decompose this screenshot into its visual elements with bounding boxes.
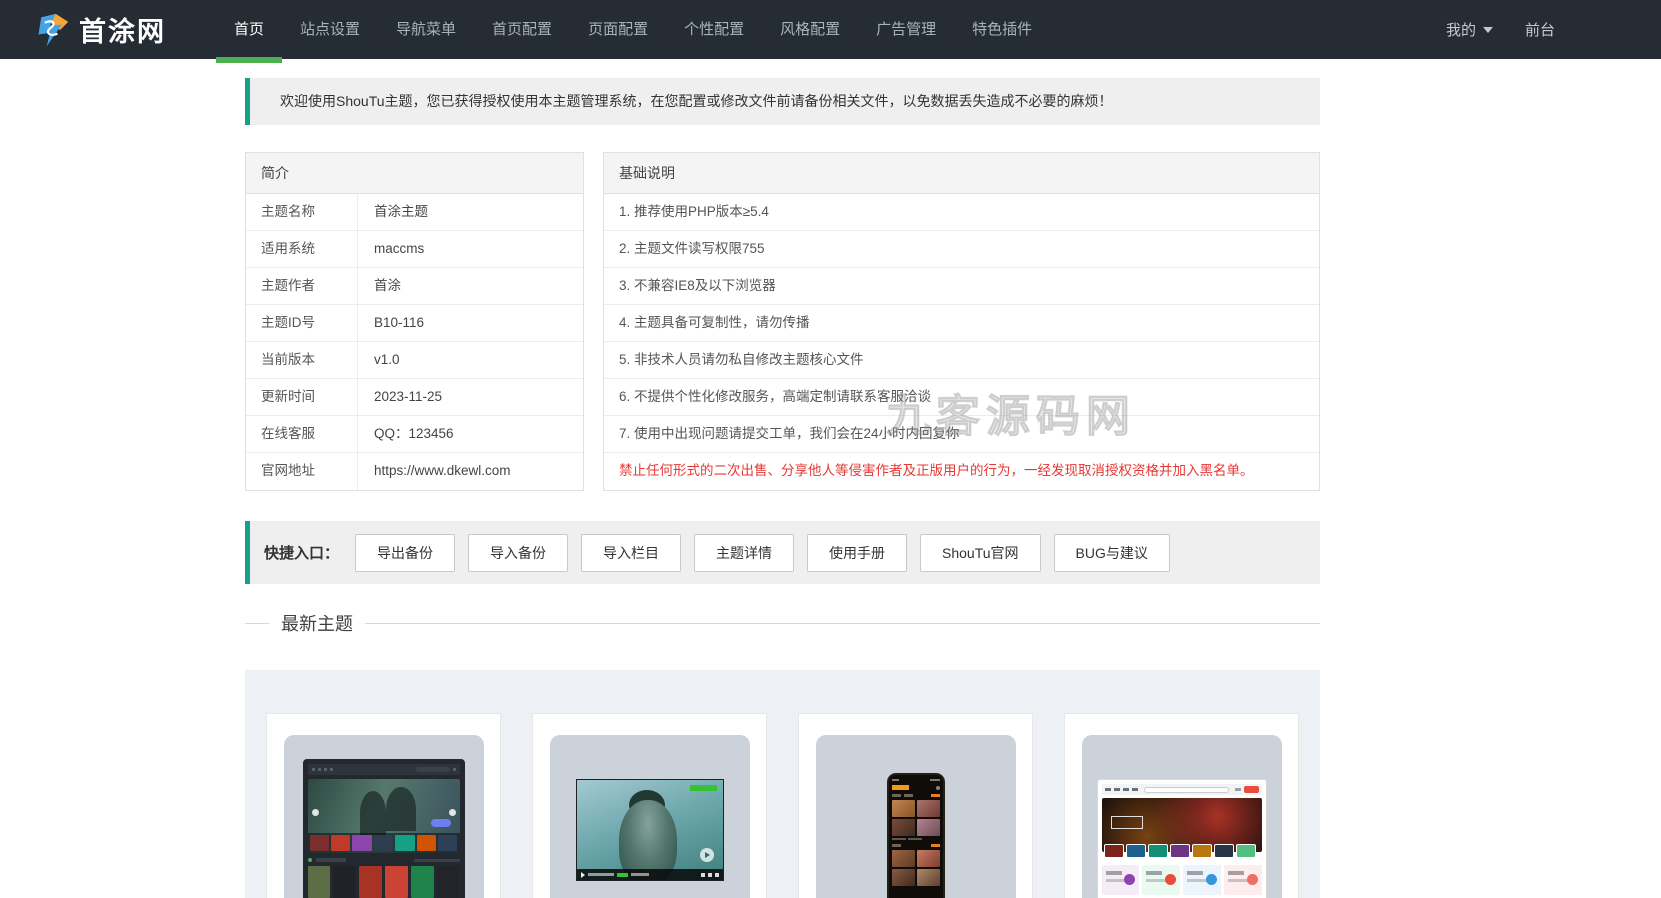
note-item: 4. 主题具备可复制性，请勿传播: [604, 305, 1319, 342]
theme-card-video-player[interactable]: [532, 713, 767, 898]
site-logo[interactable]: 首涂网: [34, 10, 166, 49]
bug-suggest-button[interactable]: BUG与建议: [1054, 534, 1170, 572]
player-controls: [577, 869, 723, 880]
main-nav: 首页 站点设置 导航菜单 首页配置 页面配置 个性配置 风格配置 广告管理 特色…: [216, 0, 1050, 59]
top-navbar: 首涂网 首页 站点设置 导航菜单 首页配置 页面配置 个性配置 风格配置 广告管…: [0, 0, 1661, 59]
nav-item-style-config[interactable]: 风格配置: [762, 0, 858, 59]
logo-icon: [34, 12, 70, 48]
welcome-notice: 欢迎使用ShouTu主题，您已获得授权使用本主题管理系统，在您配置或修改文件前请…: [245, 78, 1320, 125]
player-watermark-mark: [690, 785, 717, 791]
theme-preview-image: [887, 773, 945, 898]
divider-line: [245, 623, 269, 624]
play-icon: [581, 872, 585, 878]
license-warning: 禁止任何形式的二次出售、分享他人等侵害作者及正版用户的行为，一经发现取消授权资格…: [604, 453, 1319, 490]
theme-preview-image: [576, 779, 724, 881]
theme-card-mobile-app[interactable]: [798, 713, 1033, 898]
note-item: 5. 非技术人员请勿私自修改主题核心文件: [604, 342, 1319, 379]
note-item: 3. 不兼容IE8及以下浏览器: [604, 268, 1319, 305]
intro-panel-title: 简介: [246, 153, 583, 194]
nav-item-personal-config[interactable]: 个性配置: [666, 0, 762, 59]
nav-item-page-config[interactable]: 页面配置: [570, 0, 666, 59]
import-columns-button[interactable]: 导入栏目: [581, 534, 681, 572]
table-row: 更新时间 2023-11-25: [246, 379, 583, 416]
nav-item-home[interactable]: 首页: [216, 0, 282, 59]
theme-card-dark-movie-site[interactable]: [266, 713, 501, 898]
note-item: 2. 主题文件读写权限755: [604, 231, 1319, 268]
intro-panel: 简介 主题名称 首涂主题 适用系统 maccms 主题作者 首涂 主题ID号 B…: [245, 152, 584, 491]
theme-preview-frame: [816, 735, 1016, 898]
theme-preview-frame: [284, 735, 484, 898]
notes-panel-title: 基础说明: [604, 153, 1319, 194]
theme-preview-image: [1097, 779, 1267, 898]
table-row: 适用系统 maccms: [246, 231, 583, 268]
quick-entry-label: 快捷入口：: [264, 542, 339, 563]
caret-down-icon: [1483, 27, 1493, 33]
official-site-button[interactable]: ShouTu官网: [920, 534, 1041, 572]
table-row: 主题名称 首涂主题: [246, 194, 583, 231]
welcome-notice-text: 欢迎使用ShouTu主题，您已获得授权使用本主题管理系统，在您配置或修改文件前请…: [280, 93, 1113, 109]
latest-themes-band: [245, 670, 1320, 898]
play-icon: [700, 848, 714, 862]
table-row: 主题ID号 B10-116: [246, 305, 583, 342]
note-item: 1. 推荐使用PHP版本≥5.4: [604, 194, 1319, 231]
latest-themes-heading: 最新主题: [245, 610, 1320, 636]
manual-button[interactable]: 使用手册: [807, 534, 907, 572]
theme-detail-button[interactable]: 主题详情: [694, 534, 794, 572]
note-item: 6. 不提供个性化修改服务，高端定制请联系客服洽谈: [604, 379, 1319, 416]
notes-panel: 基础说明 1. 推荐使用PHP版本≥5.4 2. 主题文件读写权限755 3. …: [603, 152, 1320, 491]
nav-item-plugins[interactable]: 特色插件: [954, 0, 1050, 59]
import-backup-button[interactable]: 导入备份: [468, 534, 568, 572]
table-row: 主题作者 首涂: [246, 268, 583, 305]
divider-line: [365, 623, 1320, 624]
my-dropdown[interactable]: 我的: [1446, 19, 1493, 40]
theme-card-light-game-site[interactable]: [1064, 713, 1299, 898]
nav-item-ad-manage[interactable]: 广告管理: [858, 0, 954, 59]
note-item: 7. 使用中出现问题请提交工单，我们会在24小时内回复你: [604, 416, 1319, 453]
table-row: 当前版本 v1.0: [246, 342, 583, 379]
export-backup-button[interactable]: 导出备份: [355, 534, 455, 572]
nav-item-home-config[interactable]: 首页配置: [474, 0, 570, 59]
front-site-link[interactable]: 前台: [1525, 19, 1555, 40]
nav-item-nav-menu[interactable]: 导航菜单: [378, 0, 474, 59]
theme-preview-image: [303, 759, 465, 898]
table-row-website: 官网地址 https://www.dkewl.com: [246, 453, 583, 490]
quick-entry-bar: 快捷入口： 导出备份 导入备份 导入栏目 主题详情 使用手册 ShouTu官网 …: [245, 521, 1320, 584]
website-url: https://www.dkewl.com: [358, 453, 511, 490]
table-row: 在线客服 QQ：123456: [246, 416, 583, 453]
nav-item-site-settings[interactable]: 站点设置: [282, 0, 378, 59]
theme-preview-frame: [550, 735, 750, 898]
logo-text: 首涂网: [79, 10, 166, 49]
theme-preview-frame: [1082, 735, 1282, 898]
